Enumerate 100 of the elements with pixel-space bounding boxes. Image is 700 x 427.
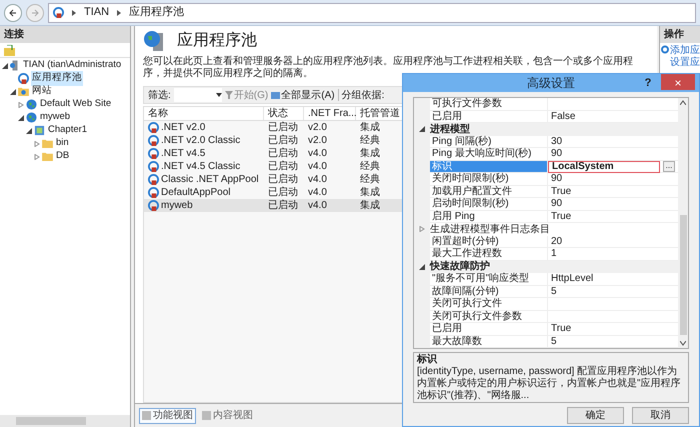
- browse-button[interactable]: ...: [663, 160, 675, 172]
- property-value[interactable]: HttpLevel: [548, 273, 678, 286]
- tree-item[interactable]: Default Web Site: [39, 97, 112, 112]
- app-pool-icon: [148, 174, 159, 185]
- dialog-button[interactable]: 取消: [632, 407, 689, 424]
- dialog-button[interactable]: 确定: [567, 407, 624, 424]
- connect-icon[interactable]: [4, 44, 15, 56]
- property-name[interactable]: 可执行文件参数: [430, 98, 548, 110]
- folder-icon: [42, 139, 53, 148]
- property-name[interactable]: Ping 间隔(秒): [430, 136, 548, 148]
- table-cell-text: 已启动: [268, 120, 298, 134]
- show-all-button[interactable]: 全部显示(A): [271, 88, 335, 102]
- property-value[interactable]: 30: [548, 136, 678, 148]
- server-icon: [10, 60, 20, 71]
- property-value[interactable]: 90: [548, 173, 678, 186]
- expanded-arrow-icon[interactable]: [26, 128, 32, 134]
- collapsed-arrow-icon[interactable]: [34, 154, 40, 160]
- expanded-arrow-icon[interactable]: [419, 264, 425, 270]
- property-name[interactable]: 已启用: [430, 323, 548, 336]
- folder-icon: [42, 152, 53, 161]
- property-group[interactable]: 进程模型: [430, 123, 678, 136]
- scrollbar-thumb[interactable]: [16, 417, 86, 425]
- property-value[interactable]: 90: [548, 198, 678, 210]
- breadcrumb-arrow-icon: [117, 10, 122, 16]
- tree-item[interactable]: TIAN (tian\Administrato: [22, 58, 122, 73]
- property-value[interactable]: LocalSystem: [548, 160, 660, 173]
- property-name[interactable]: 关闭可执行文件参数: [430, 310, 548, 323]
- table-cell-text: .NET v4.5 Classic: [161, 160, 240, 174]
- tree-item[interactable]: myweb: [39, 110, 72, 125]
- filter-label: 筛选:: [148, 88, 171, 102]
- table-cell-text: v4.0: [308, 173, 327, 187]
- expanded-arrow-icon[interactable]: [419, 126, 425, 132]
- property-group[interactable]: 快速故障防护: [430, 260, 678, 273]
- property-value[interactable]: 20: [548, 236, 678, 248]
- help-button[interactable]: ?: [641, 74, 655, 92]
- horizontal-scrollbar[interactable]: [0, 415, 130, 427]
- table-cell-text: DefaultAppPool: [161, 186, 230, 200]
- tree-item[interactable]: Chapter1: [47, 123, 88, 138]
- scroll-up-icon[interactable]: [680, 100, 686, 105]
- expanded-arrow-icon[interactable]: [10, 88, 16, 94]
- page-title: 应用程序池: [177, 30, 257, 51]
- app-pool-icon: [148, 135, 159, 146]
- property-value[interactable]: 5: [548, 336, 678, 348]
- column-header[interactable]: 名称: [144, 107, 264, 120]
- view-tab[interactable]: 功能视图: [139, 408, 196, 424]
- view-tab[interactable]: 内容视图: [200, 408, 255, 424]
- breadcrumb[interactable]: TIAN: [84, 4, 110, 21]
- action-link[interactable]: 添加应: [670, 45, 700, 57]
- collapsed-arrow-icon[interactable]: [34, 140, 40, 146]
- globe-icon: [26, 99, 37, 110]
- property-value[interactable]: True: [548, 323, 678, 336]
- table-cell-text: .NET v2.0: [161, 121, 206, 135]
- table-cell-text: 经典: [360, 172, 380, 186]
- table-cell-text: .NET v4.5: [161, 147, 206, 161]
- expanded-arrow-icon[interactable]: [18, 114, 24, 120]
- back-button[interactable]: [4, 4, 22, 22]
- column-header[interactable]: .NET Fra...: [304, 107, 356, 120]
- property-value[interactable]: 5: [548, 286, 678, 298]
- view-icon: [202, 411, 211, 420]
- vertical-scrollbar[interactable]: [678, 98, 688, 348]
- property-name[interactable]: "服务不可用"响应类型: [430, 273, 548, 286]
- folder-globe-icon: [18, 87, 29, 96]
- tree-item[interactable]: DB: [55, 149, 70, 164]
- app-pool-server-icon: [143, 30, 165, 52]
- table-cell-text: v2.0: [308, 121, 327, 135]
- scroll-down-icon[interactable]: [680, 341, 686, 346]
- property-name[interactable]: 加载用户配置文件: [430, 186, 548, 198]
- close-button[interactable]: ×: [661, 74, 695, 90]
- action-link[interactable]: 设置应: [670, 57, 700, 69]
- address-field[interactable]: TIAN 应用程序池: [48, 2, 696, 22]
- column-header[interactable]: 状态: [264, 107, 304, 120]
- table-cell-text: Classic .NET AppPool: [161, 173, 259, 187]
- property-value[interactable]: True: [548, 210, 678, 223]
- tree-item[interactable]: bin: [55, 136, 70, 151]
- tree-item[interactable]: 网站: [31, 84, 53, 99]
- collapsed-arrow-icon[interactable]: [419, 226, 425, 232]
- property-name[interactable]: 关闭可执行文件: [430, 298, 548, 310]
- filter-field[interactable]: [174, 88, 222, 102]
- tree-item[interactable]: 应用程序池: [31, 71, 83, 86]
- property-name[interactable]: 闲置超时(分钟): [430, 236, 548, 248]
- property-name[interactable]: 最大故障数: [430, 336, 548, 348]
- collapsed-arrow-icon[interactable]: [18, 102, 24, 108]
- scrollbar-thumb[interactable]: [680, 215, 686, 335]
- table-cell-text: 集成: [360, 146, 380, 160]
- table-cell-text: v4.0: [308, 147, 327, 161]
- table-cell-text: .NET v2.0 Classic: [161, 134, 240, 148]
- app-pool-icon: [148, 148, 159, 159]
- pane-title: 操作: [660, 26, 700, 43]
- description-text: [identityType, username, password] 配置应用程序池以作为内置帐户或特定的用户标识运行，内置帐户也就是"应用程序池标识"(推荐)、"网络服...: [417, 366, 682, 402]
- show-all-icon: [271, 92, 280, 98]
- property-name[interactable]: 启动时间限制(秒): [430, 198, 548, 210]
- property-name[interactable]: 故障间隔(分钟): [430, 286, 548, 298]
- breadcrumb[interactable]: 应用程序池: [129, 4, 184, 21]
- property-name[interactable]: 生成进程模型事件日志条目: [430, 223, 678, 236]
- table-cell-text: v4.0: [308, 160, 327, 174]
- property-name[interactable]: 关闭时间限制(秒): [430, 173, 548, 186]
- table-cell-text: myweb: [161, 199, 193, 213]
- property-name[interactable]: 启用 Ping: [430, 210, 548, 223]
- expanded-arrow-icon[interactable]: [2, 62, 8, 68]
- property-value[interactable]: True: [548, 186, 678, 198]
